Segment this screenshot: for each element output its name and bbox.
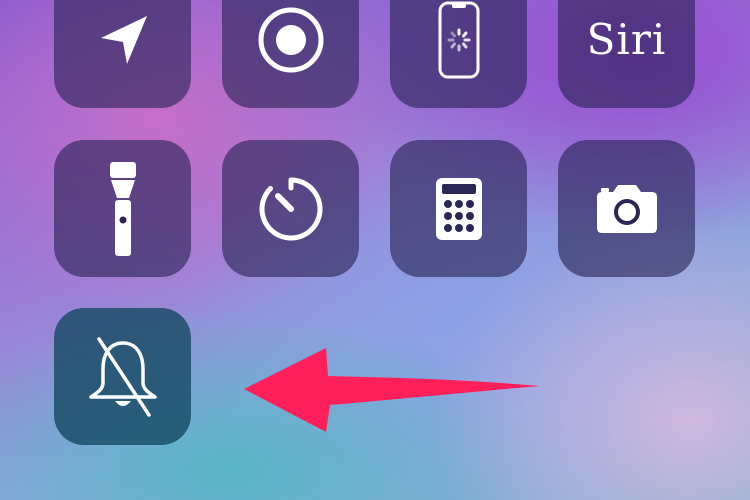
pointer-arrow-annotation — [244, 348, 540, 432]
